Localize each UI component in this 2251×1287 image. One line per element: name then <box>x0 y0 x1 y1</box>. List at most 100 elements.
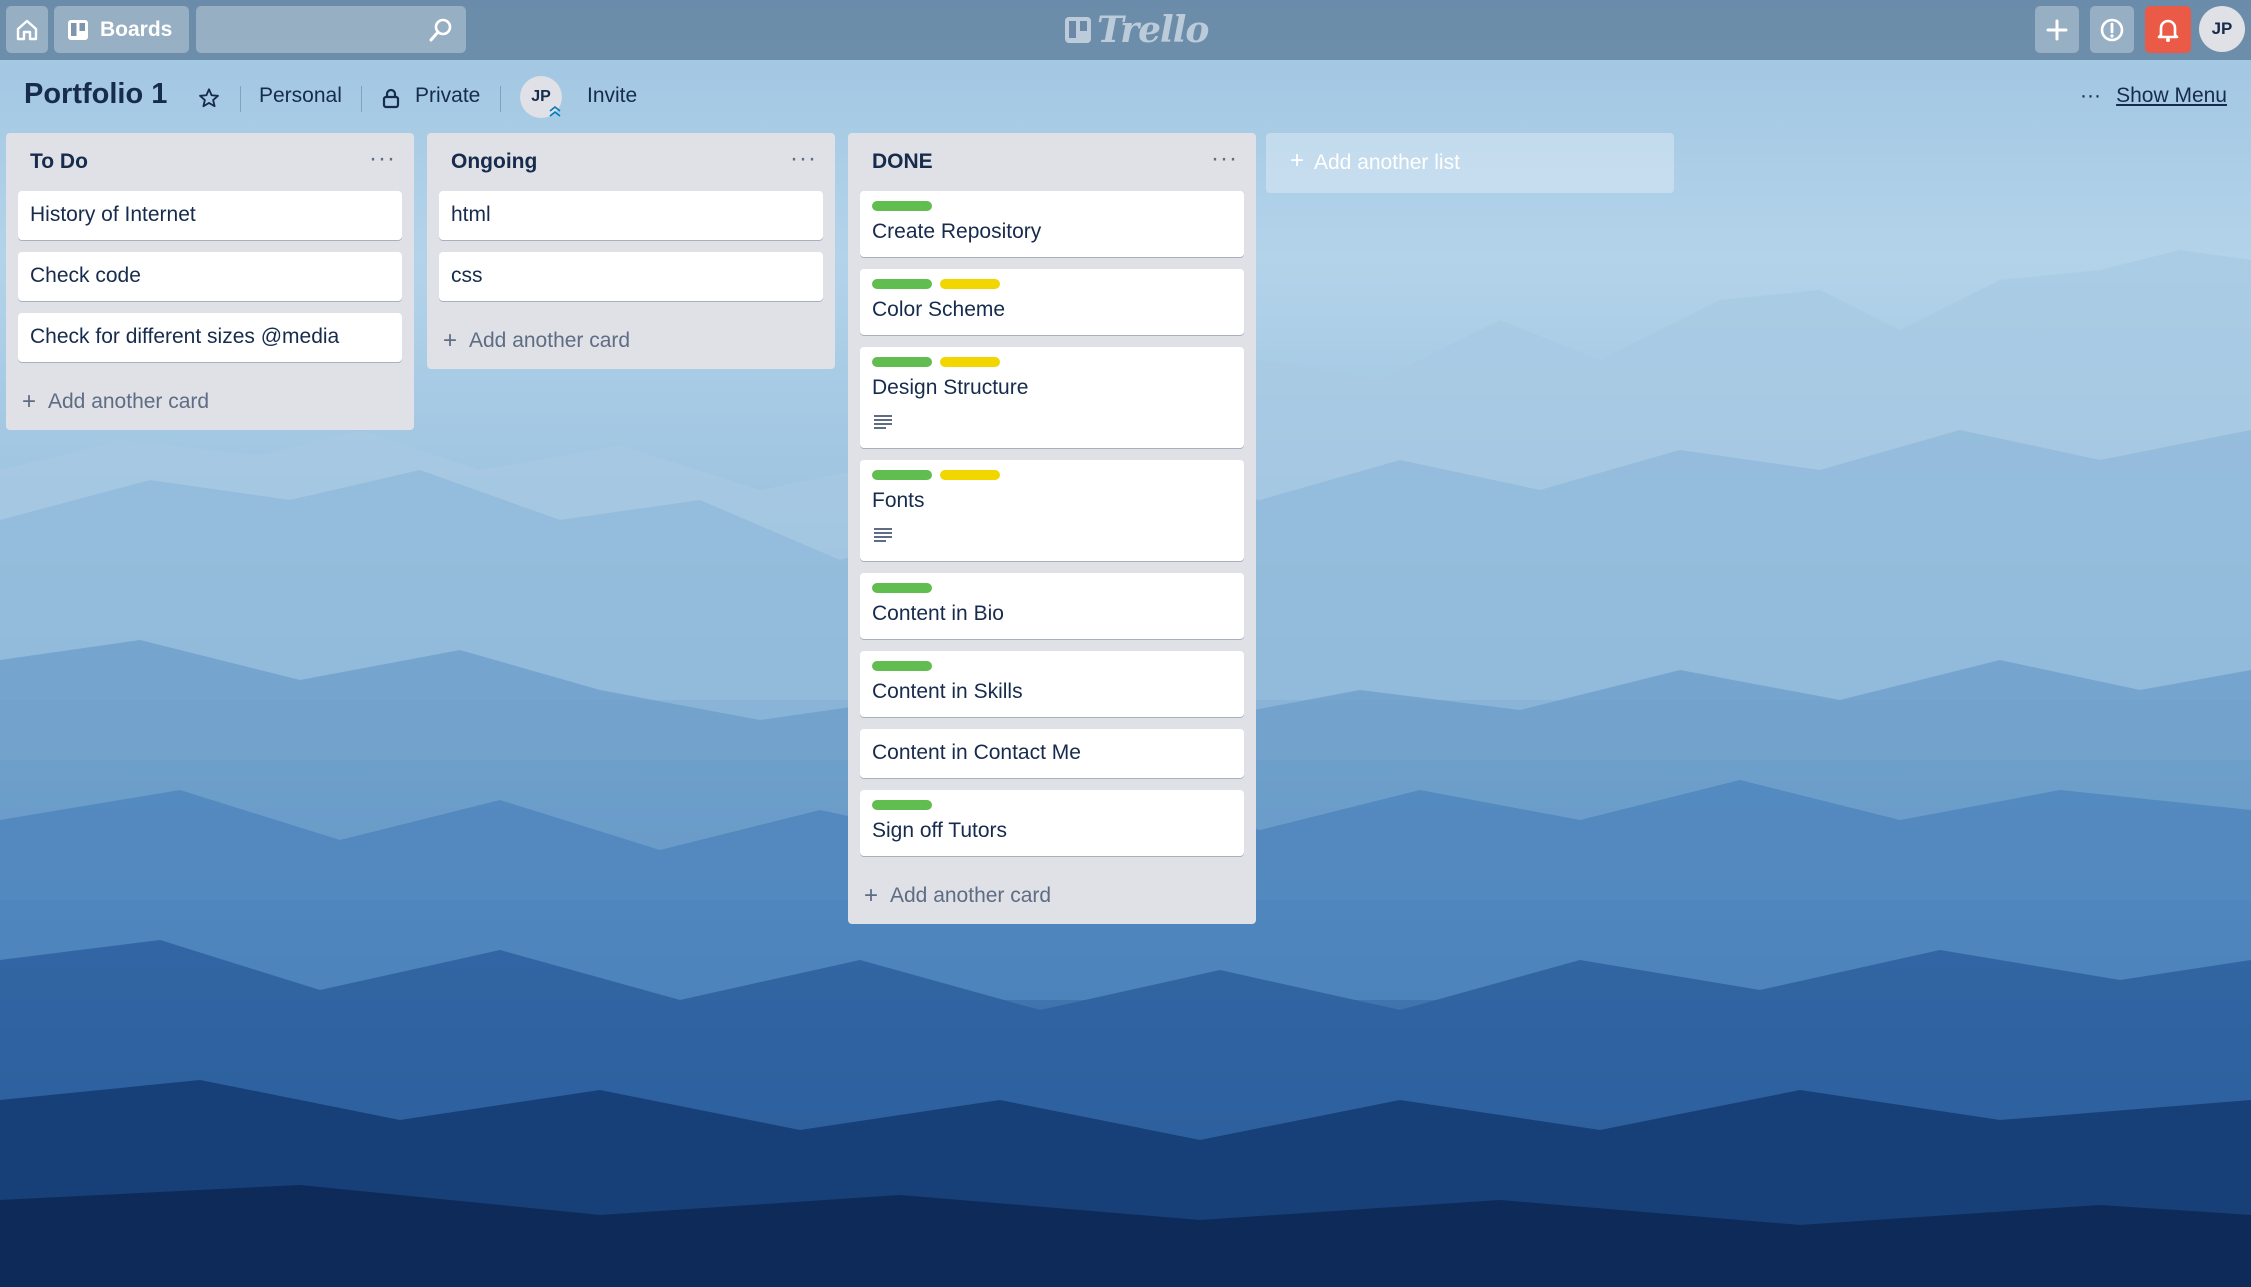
plus-icon: + <box>22 388 37 415</box>
add-list-label: Add another list <box>1314 151 1460 174</box>
card-labels <box>872 583 1232 593</box>
top-navigation-bar: Boards Trello JP <box>0 0 2251 60</box>
lock-icon <box>382 88 400 109</box>
label-yellow <box>940 279 1000 289</box>
notifications-button[interactable] <box>2145 6 2191 53</box>
card-labels <box>872 470 1232 480</box>
card[interactable]: Content in Bio <box>860 573 1244 639</box>
list-title[interactable]: To Do <box>30 150 88 174</box>
list-ongoing: Ongoing ··· html css + Add another card <box>427 133 835 369</box>
home-button[interactable] <box>6 6 48 53</box>
info-icon <box>2100 18 2124 41</box>
card-title: Content in Contact Me <box>872 741 1081 764</box>
card-title: Fonts <box>872 489 925 512</box>
label-green <box>872 470 932 480</box>
card-title: History of Internet <box>30 203 196 226</box>
card-labels <box>872 357 1232 367</box>
team-button[interactable]: Personal <box>259 84 342 108</box>
visibility-button[interactable]: Private <box>415 84 480 108</box>
card-title: Content in Skills <box>872 680 1023 703</box>
label-green <box>872 201 932 211</box>
card[interactable]: Sign off Tutors <box>860 790 1244 856</box>
card-title: Color Scheme <box>872 298 1006 321</box>
user-avatar[interactable]: JP <box>2199 6 2245 52</box>
header-divider <box>500 86 501 112</box>
label-green <box>872 583 932 593</box>
search-input[interactable] <box>196 6 466 53</box>
card-labels <box>872 279 1232 289</box>
add-card-label: Add another card <box>469 329 631 352</box>
label-green <box>872 279 932 289</box>
add-card-button[interactable]: + Add another card <box>427 313 835 369</box>
header-divider <box>240 86 241 112</box>
star-icon[interactable] <box>198 87 220 109</box>
card-title: Design Structure <box>872 376 1029 399</box>
label-green <box>872 661 932 671</box>
label-yellow <box>940 357 1000 367</box>
plus-icon <box>2046 19 2068 40</box>
add-card-label: Add another card <box>48 390 210 413</box>
card-title: Check for different sizes @media <box>30 325 340 348</box>
card-title: Content in Bio <box>872 602 1004 625</box>
plus-icon: + <box>1290 147 1305 174</box>
boards-label: Boards <box>100 17 173 41</box>
admin-chevron-icon <box>549 105 561 117</box>
header-divider <box>361 86 362 112</box>
card[interactable]: Check code <box>18 252 402 301</box>
add-card-label: Add another card <box>890 884 1052 907</box>
card[interactable]: Create Repository <box>860 191 1244 257</box>
more-icon[interactable]: ··· <box>2080 84 2101 108</box>
boards-icon <box>68 19 88 40</box>
card-title: Create Repository <box>872 220 1042 243</box>
add-list-button[interactable]: + Add another list <box>1266 133 1674 193</box>
list-menu-icon[interactable]: ··· <box>1211 145 1238 173</box>
search-icon <box>429 18 452 42</box>
board-title[interactable]: Portfolio 1 <box>24 78 167 111</box>
description-icon <box>874 528 892 542</box>
list-done: DONE ··· Create Repository Color Scheme … <box>848 133 1256 924</box>
card-title: Check code <box>30 264 141 287</box>
card[interactable]: css <box>439 252 823 301</box>
list-header: DONE ··· <box>848 133 1256 191</box>
description-icon <box>874 415 892 429</box>
plus-icon: + <box>443 327 458 354</box>
create-button[interactable] <box>2035 6 2079 53</box>
card[interactable]: html <box>439 191 823 240</box>
add-card-button[interactable]: + Add another card <box>848 868 1256 924</box>
card-labels <box>872 661 1232 671</box>
card[interactable]: History of Internet <box>18 191 402 240</box>
card[interactable]: Check for different sizes @media <box>18 313 402 362</box>
label-green <box>872 357 932 367</box>
list-menu-icon[interactable]: ··· <box>369 145 396 173</box>
card-title: html <box>451 203 491 226</box>
card[interactable]: Design Structure <box>860 347 1244 448</box>
card[interactable]: Fonts <box>860 460 1244 561</box>
card-title: css <box>451 264 483 287</box>
trello-logo-icon <box>1065 17 1091 43</box>
card[interactable]: Color Scheme <box>860 269 1244 335</box>
card-labels <box>872 800 1232 810</box>
logo-text: Trello <box>1097 9 1209 51</box>
list-header: Ongoing ··· <box>427 133 835 191</box>
list-header: To Do ··· <box>6 133 414 191</box>
card-title: Sign off Tutors <box>872 819 1008 842</box>
card-labels <box>872 201 1232 211</box>
plus-icon: + <box>864 882 879 909</box>
list-title[interactable]: Ongoing <box>451 150 537 174</box>
bell-icon <box>2157 19 2179 42</box>
invite-button[interactable]: Invite <box>587 84 637 108</box>
show-menu-button[interactable]: Show Menu <box>2116 84 2227 108</box>
card[interactable]: Content in Contact Me <box>860 729 1244 778</box>
card[interactable]: Content in Skills <box>860 651 1244 717</box>
board-header: Portfolio 1 Personal Private JP Invite ·… <box>0 62 2251 132</box>
add-card-button[interactable]: + Add another card <box>6 374 414 430</box>
home-icon <box>16 19 38 40</box>
boards-button[interactable]: Boards <box>54 6 189 53</box>
list-title[interactable]: DONE <box>872 150 933 174</box>
list-menu-icon[interactable]: ··· <box>790 145 817 173</box>
label-green <box>872 800 932 810</box>
label-yellow <box>940 470 1000 480</box>
trello-logo[interactable]: Trello <box>1065 9 1209 51</box>
info-button[interactable] <box>2090 6 2134 53</box>
list-to-do: To Do ··· History of Internet Check code… <box>6 133 414 430</box>
